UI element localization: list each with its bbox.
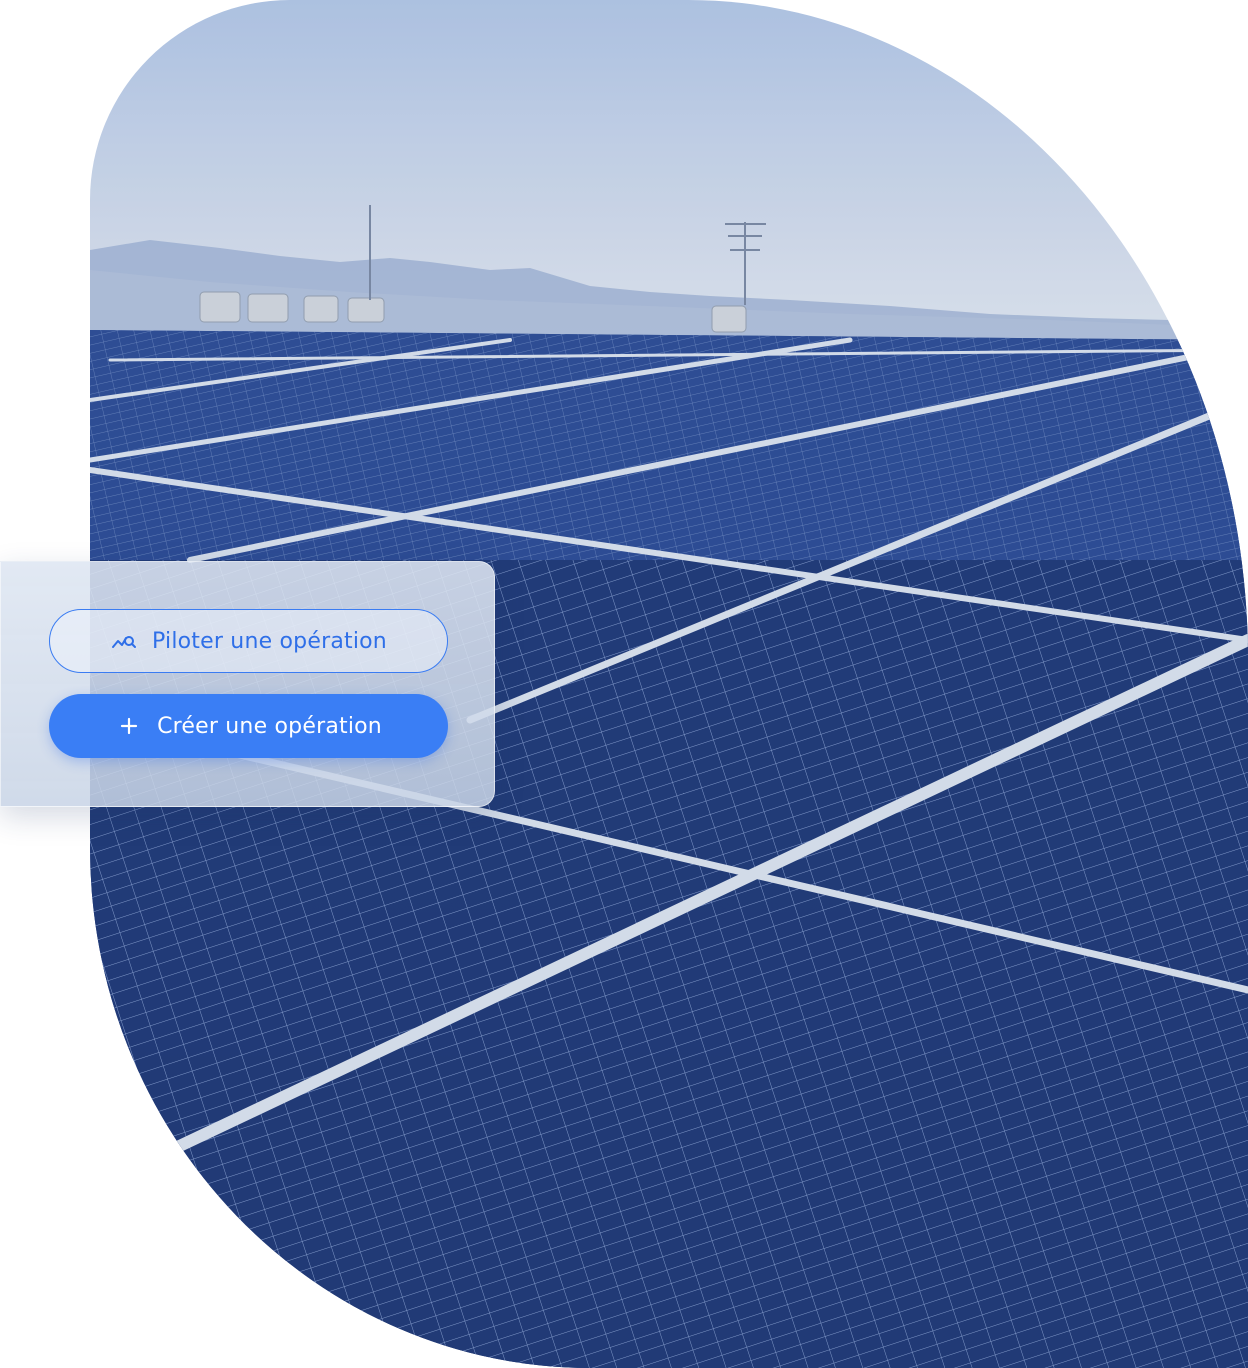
create-operation-button[interactable]: Créer une opération xyxy=(49,694,448,758)
create-operation-label: Créer une opération xyxy=(157,713,382,739)
hero-section: Piloter une opération Créer une opératio… xyxy=(0,0,1248,1368)
action-card: Piloter une opération Créer une opératio… xyxy=(0,561,495,807)
chart-search-icon xyxy=(110,627,138,655)
pilot-operation-button[interactable]: Piloter une opération xyxy=(49,609,448,673)
pilot-operation-label: Piloter une opération xyxy=(152,628,387,654)
plus-icon xyxy=(115,712,143,740)
